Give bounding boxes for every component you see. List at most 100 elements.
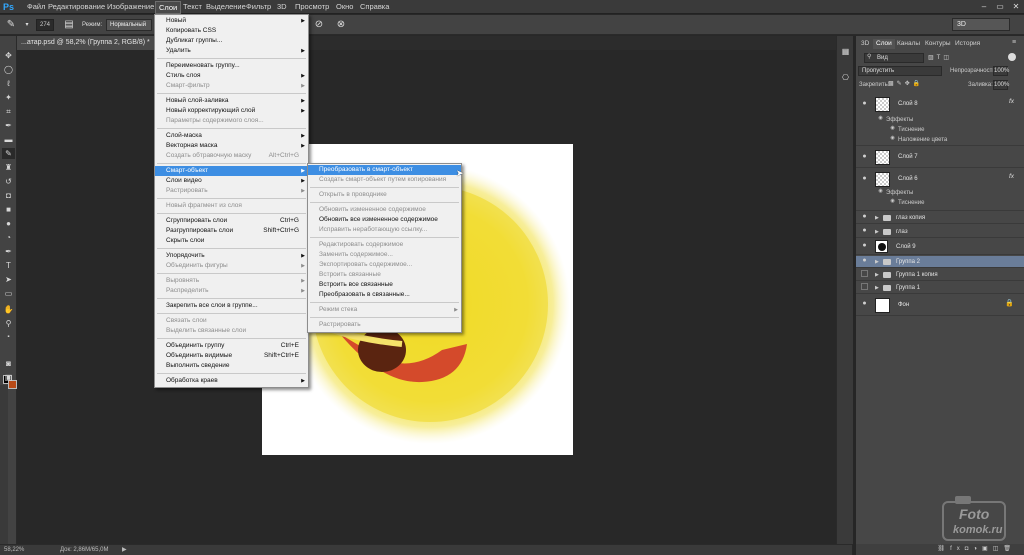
menu-edit[interactable]: Редактирование [45, 0, 108, 14]
tab-3d[interactable]: 3D [858, 39, 872, 49]
menu-item-combine-shapes[interactable]: Объединить фигуры ▶ [155, 261, 308, 271]
menu-item-video-layers[interactable]: Слои видео ▶ [155, 176, 308, 186]
properties-panel-icon[interactable]: ⎔ [839, 72, 852, 83]
menu-layer[interactable]: Слои [155, 1, 182, 14]
tab-history[interactable]: История [952, 39, 983, 49]
airbrush-icon[interactable]: ⊗ [334, 18, 348, 32]
layer-row-gruppa-2[interactable]: ● ▶ Группа 2 [856, 256, 1024, 268]
menu-item-embed-linked[interactable]: Встроить связанные [308, 270, 461, 280]
brush-tool-icon[interactable]: ✎ [2, 148, 15, 159]
menu-item-update-modified-content[interactable]: Обновить измененное содержимое [308, 205, 461, 215]
maximize-icon[interactable]: ▭ [993, 1, 1007, 12]
menu-type[interactable]: Текст [180, 0, 205, 14]
mode-select[interactable]: Нормальный [106, 19, 152, 31]
menu-image[interactable]: Изображение [104, 0, 157, 14]
menu-item-group-layers[interactable]: Сгруппировать слои Ctrl+G [155, 216, 308, 226]
menu-item-new-fill-layer[interactable]: Новый слой-заливка ▶ [155, 96, 308, 106]
eye-icon[interactable]: ● [860, 242, 869, 249]
effect-eye-icon[interactable]: ◉ [876, 188, 885, 194]
menu-item-layer-style[interactable]: Стиль слоя ▶ [155, 71, 308, 81]
menu-window[interactable]: Окно [333, 0, 356, 14]
menu-item-replace-contents[interactable]: Заменить содержимое... [308, 250, 461, 260]
tab-channels[interactable]: Каналы [894, 39, 923, 49]
expand-arrow-icon[interactable]: ▶ [875, 229, 879, 235]
menu-item-layer-content-options[interactable]: Параметры содержимого слоя... [155, 116, 308, 126]
default-colors-icon[interactable]: ▪ [2, 332, 15, 343]
clone-stamp-tool-icon[interactable]: ♜ [2, 162, 15, 173]
menu-3d[interactable]: 3D [274, 0, 290, 14]
blend-mode-select[interactable]: Пропустить [858, 66, 942, 76]
menu-item-flatten-image[interactable]: Выполнить сведение [155, 361, 308, 371]
gradient-tool-icon[interactable]: ■ [2, 204, 15, 215]
filter-toggle-icon[interactable] [1008, 53, 1016, 61]
path-selection-tool-icon[interactable]: ➤ [2, 274, 15, 285]
tab-paths[interactable]: Контуры [922, 39, 954, 49]
visibility-toggle[interactable] [861, 283, 868, 290]
eye-icon[interactable]: ● [860, 153, 869, 160]
layer-row-gruppa-1[interactable]: ▶ Группа 1 [856, 282, 1024, 294]
panel-menu-icon[interactable]: ≡ [1012, 39, 1016, 46]
quick-select-tool-icon[interactable]: ✦ [2, 92, 15, 103]
blur-tool-icon[interactable]: ● [2, 218, 15, 229]
lock-icons[interactable]: ▩✎✥🔒 [888, 80, 923, 87]
menu-item-merge-visible[interactable]: Объединить видимые Shift+Ctrl+E [155, 351, 308, 361]
shape-tool-icon[interactable]: ▭ [2, 288, 15, 299]
fx-icon[interactable]: fx [1009, 173, 1014, 180]
menu-item-resolve-broken-link[interactable]: Исправить неработающую ссылку... [308, 225, 461, 235]
layer-row-glaz-kopiya[interactable]: ● ▶ глаз копия [856, 212, 1024, 224]
pen-tool-icon[interactable]: ✒ [2, 246, 15, 257]
menu-item-layer-mask[interactable]: Слой-маска ▶ [155, 131, 308, 141]
eye-icon[interactable]: ● [860, 300, 869, 307]
menu-item-create-clipping-mask[interactable]: Создать обтравочную маску Alt+Ctrl+G [155, 151, 308, 161]
eyedropper-tool-icon[interactable]: ✒ [2, 120, 15, 131]
expand-arrow-icon[interactable]: ▶ [875, 285, 879, 291]
minimize-icon[interactable]: – [977, 1, 991, 12]
menu-item-smart-filter[interactable]: Смарт-фильтр ▶ [155, 81, 308, 91]
menu-select[interactable]: Выделение [203, 0, 249, 14]
history-panel-icon[interactable]: ▦ [839, 46, 852, 57]
eye-icon[interactable]: ● [860, 213, 869, 220]
workspace-select[interactable]: 3D [952, 18, 1010, 31]
expand-arrow-icon[interactable]: ▶ [875, 259, 879, 265]
effect-eye-icon[interactable]: ◉ [888, 198, 897, 204]
fx-icon[interactable]: fx [1009, 98, 1014, 105]
history-brush-tool-icon[interactable]: ↺ [2, 176, 15, 187]
quick-mask-icon[interactable]: ◙ [2, 358, 15, 369]
layer-filter-select[interactable]: Вид [864, 53, 924, 63]
menu-item-align[interactable]: Выровнять ▶ [155, 276, 308, 286]
brush-panel-icon[interactable]: ▤ [62, 18, 76, 32]
healing-brush-tool-icon[interactable]: ▬ [2, 134, 15, 145]
expand-arrow-icon[interactable]: ▶ [875, 272, 879, 278]
menu-item-convert-to-smart-object[interactable]: Преобразовать в смарт-объект [308, 165, 461, 175]
filter-icons[interactable]: ▨T◫ [928, 54, 952, 61]
menu-help[interactable]: Справка [357, 0, 392, 14]
document-tab[interactable]: ...атар.psd @ 58,2% (Группа 2, RGB/8) * [17, 36, 155, 50]
move-tool-icon[interactable]: ✥ [2, 50, 15, 61]
menu-item-matting[interactable]: Обработка краев ▶ [155, 376, 308, 386]
menu-item-lock-all-layers[interactable]: Закрепить все слои в группе... [155, 301, 308, 311]
layer-row-sloi-7[interactable]: ● Слой 7 [856, 147, 1024, 168]
expand-arrow-icon[interactable]: ▶ [875, 215, 879, 221]
menu-item-edit-contents[interactable]: Редактировать содержимое [308, 240, 461, 250]
brush-tool-preset-icon[interactable]: ✎ [4, 18, 18, 32]
menu-item-smart-object[interactable]: Смарт-объект ▶ [155, 166, 308, 176]
pressure-opacity-icon[interactable]: ⊘ [312, 18, 326, 32]
menu-item-ungroup-layers[interactable]: Разгруппировать слои Shift+Ctrl+G [155, 226, 308, 236]
menu-item-link-layers[interactable]: Связать слои [155, 316, 308, 326]
eye-icon[interactable]: ● [860, 175, 869, 182]
zoom-tool-icon[interactable]: ⚲ [2, 318, 15, 329]
layer-row-fon[interactable]: ● Фон 🔒 [856, 295, 1024, 316]
layer-row-sloi-8[interactable]: ● Слой 8 fx Эффекты Тиснение Наложение ц… [856, 94, 1024, 146]
menu-item-copy-css[interactable]: Копировать CSS [155, 26, 308, 36]
type-tool-icon[interactable]: T [2, 260, 15, 271]
menu-item-new-smart-object-via-copy[interactable]: Создать смарт-объект путем копирования [308, 175, 461, 185]
crop-tool-icon[interactable]: ⌗ [2, 106, 15, 117]
menu-item-rename-group[interactable]: Переименовать группу... [155, 61, 308, 71]
menu-item-new-slice[interactable]: Новый фрагмент из слоя [155, 201, 308, 211]
tab-layers[interactable]: Слои [873, 39, 895, 49]
marquee-tool-icon[interactable]: ◯ [2, 64, 15, 75]
dropdown-arrow-icon[interactable]: ▾ [20, 18, 34, 32]
menu-item-new-adjustment-layer[interactable]: Новый корректирующий слой ▶ [155, 106, 308, 116]
eye-icon[interactable]: ● [860, 100, 869, 107]
menu-item-export-contents[interactable]: Экспортировать содержимое... [308, 260, 461, 270]
